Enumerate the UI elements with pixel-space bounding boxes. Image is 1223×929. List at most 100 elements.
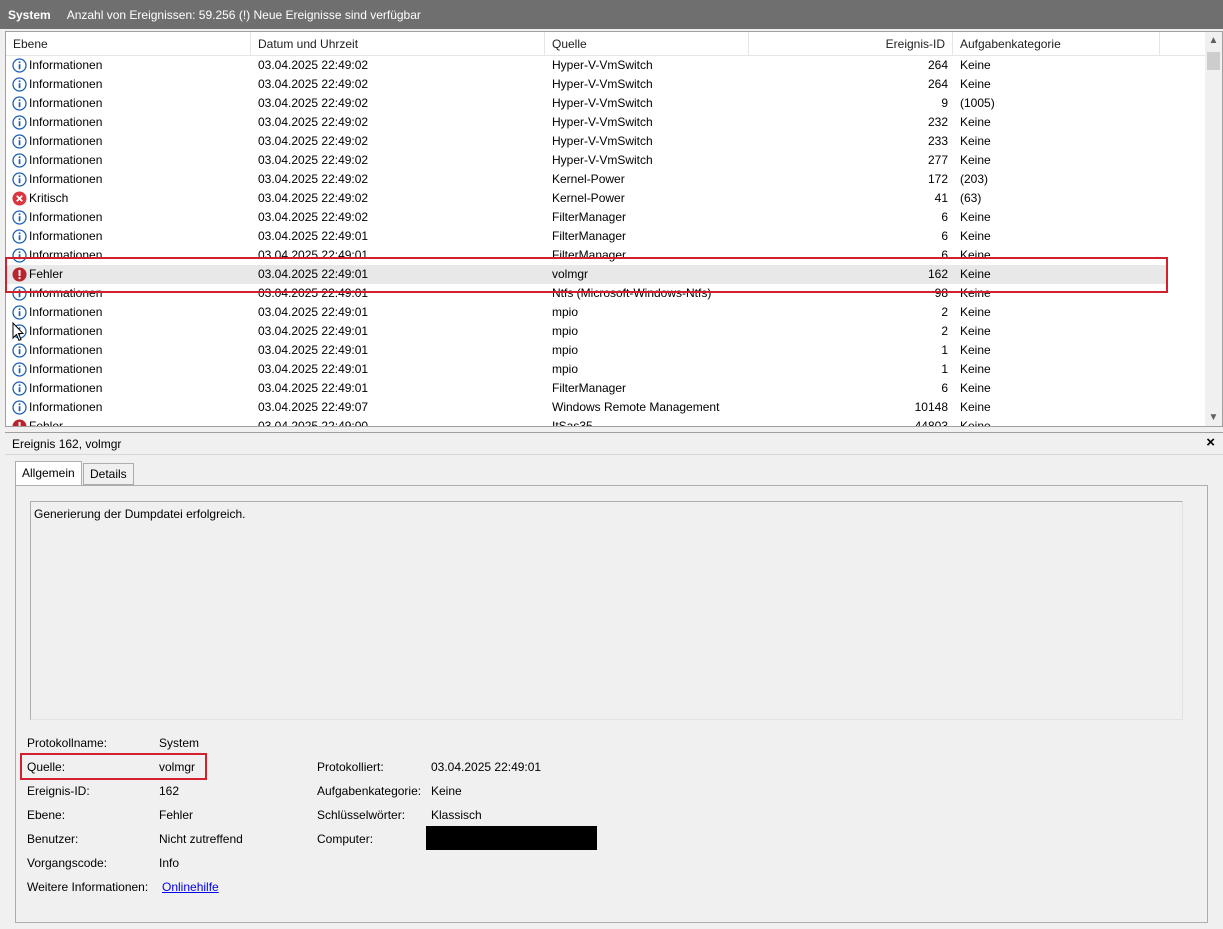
column-header-datetime[interactable]: Datum und Uhrzeit [251,32,545,56]
event-datetime: 03.04.2025 22:49:02 [258,77,369,91]
source-field-highlight [20,753,207,780]
column-header-level[interactable]: Ebene [6,32,251,56]
event-id: 277 [927,153,948,167]
selected-row-highlight [5,257,1168,293]
event-category: Keine [960,77,991,91]
field-label-task-category: Aufgabenkategorie: [317,784,422,798]
event-row[interactable]: Informationen 03.04.2025 22:49:01 FilterMa… [6,379,1166,398]
event-source: Windows Remote Management [552,400,720,414]
event-source: mpio [552,305,579,319]
scroll-down-icon[interactable]: ▼ [1205,409,1222,426]
event-row[interactable]: Informationen 03.04.2025 22:49:01 mpio 2 Kei… [6,303,1166,322]
event-row[interactable]: Informationen 03.04.2025 22:49:02 Hyper-V-… [6,151,1166,170]
column-header-event-id[interactable]: Ereignis-ID [749,32,953,56]
field-value-event-id: 162 [159,784,180,798]
field-label-logged: Protokolliert: [317,760,384,774]
event-source: FilterManager [552,381,627,395]
event-category: Keine [960,210,991,224]
event-source: Kernel-Power [552,172,625,186]
event-row[interactable]: Informationen 03.04.2025 22:49:02 Hyper-V-… [6,75,1166,94]
field-label-keywords: Schlüsselwörter: [317,808,406,822]
tab-details[interactable]: Details [83,463,134,485]
event-category: Keine [960,362,991,376]
event-row[interactable]: Informationen 03.04.2025 22:49:01 mpio 2 Kei… [6,322,1166,341]
event-source: ItSas35 [552,419,593,427]
event-datetime: 03.04.2025 22:49:01 [258,324,369,338]
event-level: Informationen [29,172,103,186]
event-category: (63) [960,191,982,205]
event-level: Informationen [29,153,103,167]
event-source: Hyper-V-VmSwitch [552,58,653,72]
field-value-opcode: Info [159,856,180,870]
event-category: Keine [960,381,991,395]
info-icon [12,134,27,149]
event-datetime: 03.04.2025 22:49:02 [258,115,369,129]
tab-general[interactable]: Allgemein [15,461,82,486]
event-source: Kernel-Power [552,191,625,205]
column-header-category[interactable]: Aufgabenkategorie [953,32,1160,56]
event-row[interactable]: Kritisch 03.04.2025 22:49:02 Kernel-Power 4… [6,189,1166,208]
event-row[interactable]: Informationen 03.04.2025 22:49:07 Windows … [6,398,1166,417]
event-id: 232 [927,115,948,129]
event-description[interactable]: Generierung der Dumpdatei erfolgreich. [30,501,1183,720]
event-row[interactable]: Informationen 03.04.2025 22:49:01 FilterMa… [6,227,1166,246]
event-level: Informationen [29,58,103,72]
event-datetime: 03.04.2025 22:49:01 [258,343,369,357]
event-row[interactable]: Informationen 03.04.2025 22:49:02 Hyper-V-… [6,56,1166,75]
event-source: Hyper-V-VmSwitch [552,153,653,167]
event-category: Keine [960,153,991,167]
event-row[interactable]: Fehler 03.04.2025 22:49:00 ItSas35 44803 Kei… [6,417,1166,427]
event-id: 6 [941,210,948,224]
field-label-opcode: Vorgangscode: [27,856,108,870]
event-list[interactable]: Ebene Datum und Uhrzeit Quelle Ereignis-… [5,31,1223,427]
info-icon [12,381,27,396]
event-level: Informationen [29,77,103,91]
event-source: mpio [552,324,579,338]
close-icon[interactable]: × [1206,434,1215,451]
event-category: Keine [960,343,991,357]
info-icon [12,96,27,111]
event-category: (203) [960,172,989,186]
general-tab-panel: Generierung der Dumpdatei erfolgreich. [15,485,1208,923]
field-value-task-category: Keine [431,784,462,798]
event-level: Kritisch [29,191,69,205]
field-label-user: Benutzer: [27,832,79,846]
event-count-info[interactable]: Anzahl von Ereignissen: 59.256 (!) Neue … [67,8,421,22]
vertical-scrollbar[interactable]: ▲ ▼ [1205,32,1222,426]
event-source: Hyper-V-VmSwitch [552,134,653,148]
event-id: 172 [927,172,948,186]
event-datetime: 03.04.2025 22:49:02 [258,172,369,186]
info-icon [12,58,27,73]
event-source: Hyper-V-VmSwitch [552,115,653,129]
event-row[interactable]: Informationen 03.04.2025 22:49:01 mpio 1 Kei… [6,360,1166,379]
log-name-title: System [8,7,51,22]
error-icon [12,419,27,426]
event-list-header: Ebene Datum und Uhrzeit Quelle Ereignis-… [6,32,1206,56]
event-row[interactable]: Informationen 03.04.2025 22:49:02 Kernel-P… [6,170,1166,189]
event-row[interactable]: Informationen 03.04.2025 22:49:01 mpio 1 Kei… [6,341,1166,360]
event-datetime: 03.04.2025 22:49:01 [258,362,369,376]
event-row[interactable]: Informationen 03.04.2025 22:49:02 Hyper-V-… [6,94,1166,113]
info-icon [12,172,27,187]
online-help-link[interactable]: Onlinehilfe [162,880,219,894]
event-id: 1 [941,362,948,376]
event-level: Informationen [29,343,103,357]
event-category: (1005) [960,96,995,110]
event-row[interactable]: Informationen 03.04.2025 22:49:02 Hyper-V-… [6,132,1166,151]
field-label-level: Ebene: [27,808,66,822]
event-id: 2 [941,305,948,319]
scrollbar-thumb[interactable] [1207,52,1220,70]
event-row[interactable]: Informationen 03.04.2025 22:49:02 FilterMa… [6,208,1166,227]
info-icon [12,153,27,168]
detail-pane-header: Ereignis 162, volmgr × [5,432,1223,455]
field-label-more-info: Weitere Informationen: [27,880,149,894]
event-category: Keine [960,229,991,243]
event-id: 233 [927,134,948,148]
scroll-up-icon[interactable]: ▲ [1205,32,1222,49]
column-header-source[interactable]: Quelle [545,32,749,56]
event-datetime: 03.04.2025 22:49:02 [258,58,369,72]
event-id: 10148 [914,400,948,414]
info-icon [12,362,27,377]
event-row[interactable]: Informationen 03.04.2025 22:49:02 Hyper-V-… [6,113,1166,132]
event-level: Informationen [29,134,103,148]
